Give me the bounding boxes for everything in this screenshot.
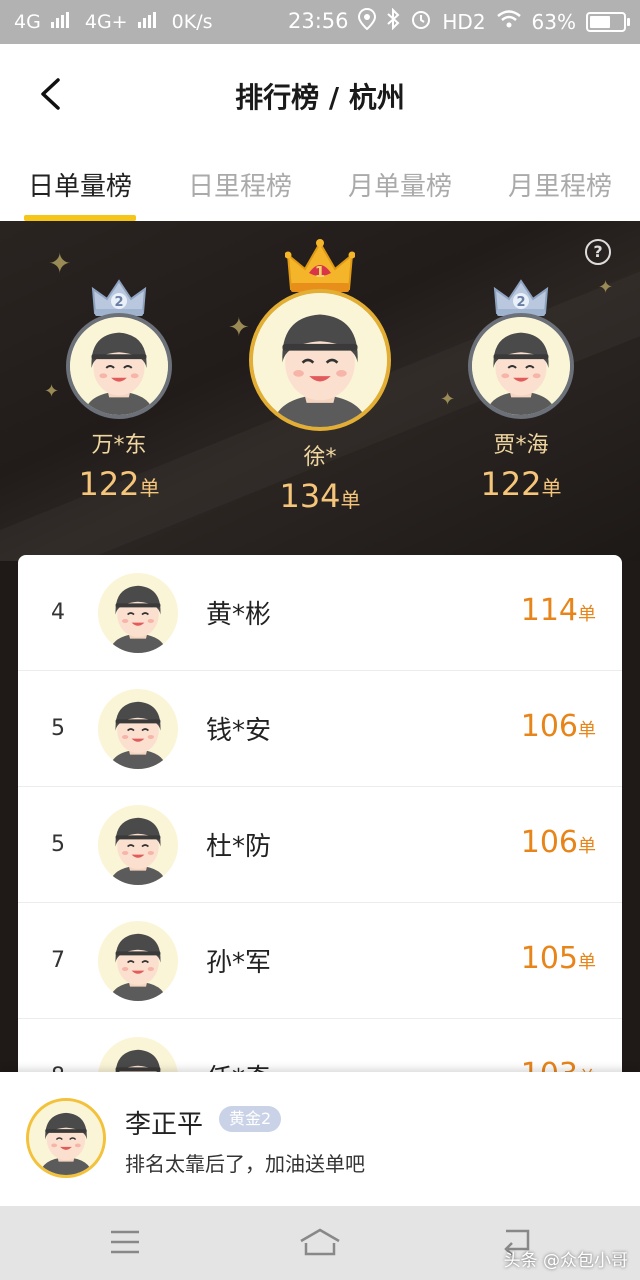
podium-count: 134单 [279,477,361,515]
bluetooth-icon [386,7,400,35]
rank-number: 7 [51,948,65,973]
rank-number: 5 [51,716,65,741]
network-speed: 0K/s [171,11,213,33]
signal-icon [137,12,156,28]
watermark: 头条 @众包小哥 [503,1251,628,1271]
avatar [26,1098,106,1178]
home-button[interactable] [298,1222,342,1262]
order-count: 105单 [520,941,596,976]
list-item[interactable]: 5 钱*安 106单 [18,671,622,787]
sparkle-icon: ✦ [440,389,456,410]
avatar [98,688,178,769]
avatar [66,313,172,419]
avatar [98,804,178,885]
network-indicator-2: 4G+ [85,11,156,33]
tab-monthly-orders[interactable]: 月单量榜 [320,144,480,221]
avatar [98,572,178,653]
avatar [98,1036,178,1075]
system-nav-bar: 头条 @众包小哥 [0,1206,640,1280]
order-count: 106单 [520,709,596,744]
status-bar: 4G 4G+ 0K/s 23:56 HD2 63% [0,0,640,44]
ranking-tabs: 日单量榜 日里程榜 月单量榜 月里程榜 [0,144,640,221]
rank-number: 5 [51,832,65,857]
podium-count: 122单 [78,465,160,503]
page-title: 排行榜 / 杭州 [235,81,405,114]
svg-text:2: 2 [114,295,123,310]
avatar [249,289,391,431]
svg-text:1: 1 [315,263,325,281]
list-item[interactable]: 8 任*奇 103单 [18,1019,622,1075]
podium-entry-center[interactable]: 1 徐* 134单 [248,239,392,515]
network-indicator-1: 4G [14,11,69,33]
alarm-icon [410,8,432,35]
list-item[interactable]: 4 黄*彬 114单 [18,555,622,671]
battery-icon [586,11,630,32]
tab-daily-mileage[interactable]: 日里程榜 [160,144,320,221]
tab-daily-orders[interactable]: 日单量榜 [0,144,160,221]
clock: 23:56 [288,9,349,33]
list-item[interactable]: 5 杜*防 106单 [18,787,622,903]
my-rank-bar: 李正平 黄金2 排名太靠后了，加油送单吧 [0,1072,640,1206]
list-item[interactable]: 7 孙*军 105单 [18,903,622,1019]
ranking-list[interactable]: 4 黄*彬 114单 5 钱*安 106单 5 杜*防 106单 7 孙*军 1… [18,555,622,1075]
help-button[interactable]: ? [585,239,611,265]
podium-entry-left[interactable]: 2 万*东 122单 [56,279,182,503]
sparkle-icon: ✦ [48,247,72,280]
order-count: 114单 [520,593,596,628]
level-badge: 黄金2 [219,1106,282,1132]
home-icon [300,1228,340,1256]
svg-text:2: 2 [516,295,525,310]
rank-number: 4 [51,600,65,625]
wifi-icon [496,9,522,34]
hd-indicator: HD2 [442,9,486,34]
podium-count: 122单 [480,465,562,503]
my-name: 李正平 [125,1110,204,1140]
app-header: 排行榜 / 杭州 [0,44,640,144]
sparkle-icon: ✦ [228,313,250,343]
avatar [98,920,178,1001]
sparkle-icon: ✦ [598,277,614,298]
battery-percent: 63% [531,9,576,34]
podium-name: 万*东 [91,433,147,458]
location-icon [358,7,377,35]
order-count: 106单 [520,825,596,860]
menu-icon [111,1230,139,1254]
podium-entry-right[interactable]: 2 贾*海 122单 [458,279,584,503]
avatar [468,313,574,419]
podium-name: 贾*海 [493,433,549,458]
podium-name: 徐* [303,445,337,470]
top-three-podium: ? ✦ ✦ ✦ ✦ ✦ 2 万*东 122单 1 徐* 134单 2 贾*海 1 [0,221,640,561]
tab-monthly-mileage[interactable]: 月里程榜 [480,144,640,221]
signal-icon [50,12,69,28]
menu-button[interactable] [103,1222,147,1262]
rank-message: 排名太靠后了，加油送单吧 [125,1152,365,1176]
